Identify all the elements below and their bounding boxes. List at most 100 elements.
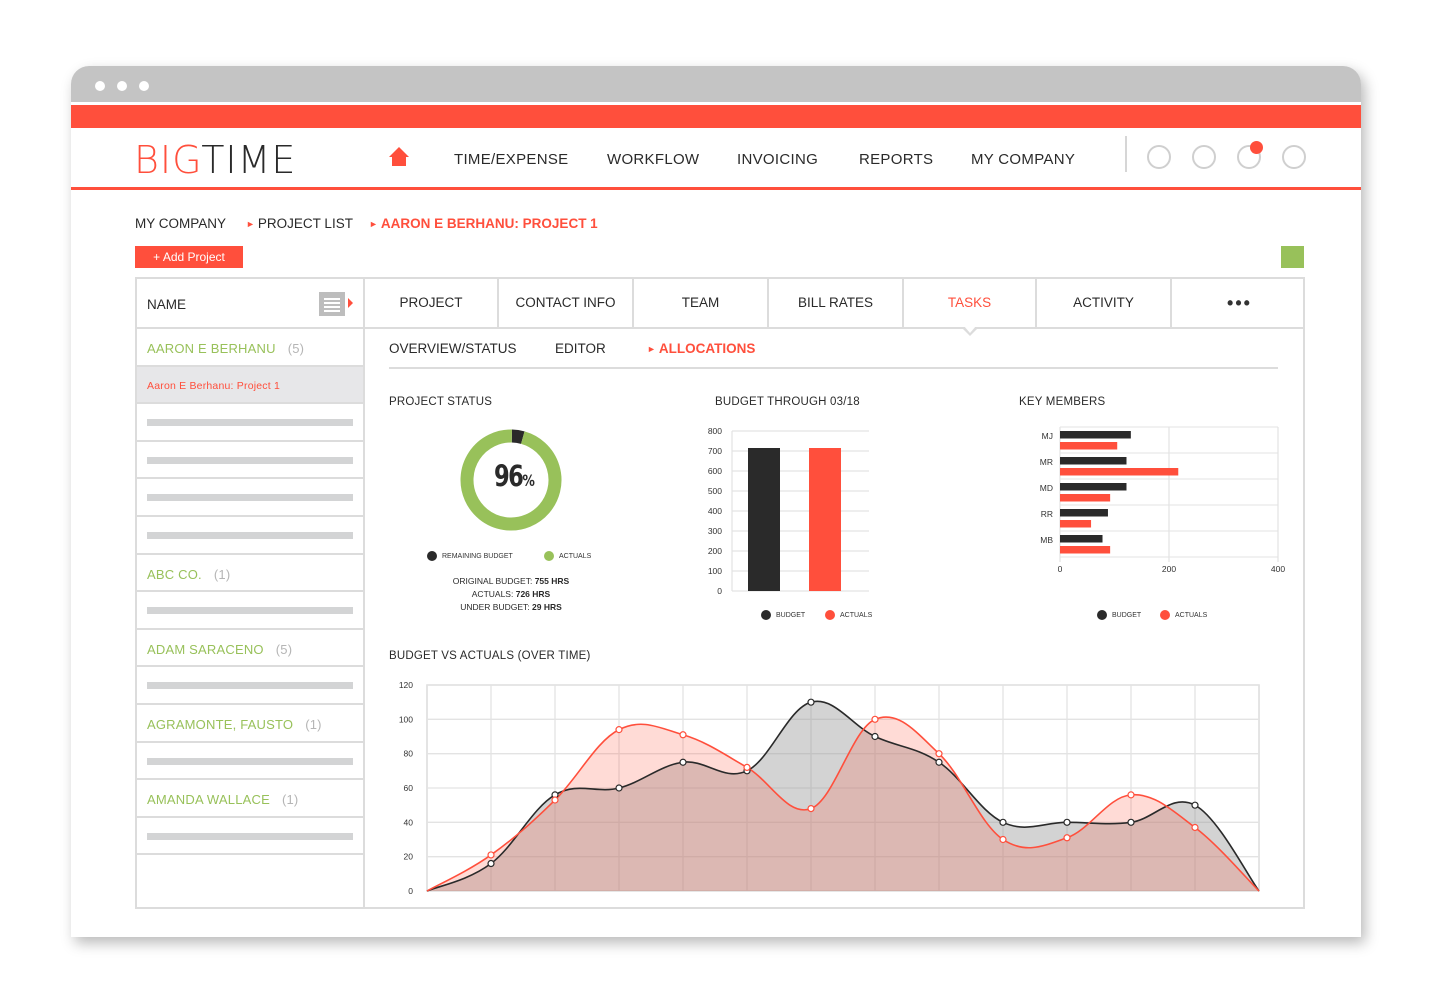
list-item-label: ADAM SARACENO (147, 641, 264, 657)
window-close-dot[interactable] (95, 81, 105, 91)
list-group-item[interactable]: ADAM SARACENO (5) (137, 630, 363, 668)
point-budget (935, 758, 943, 766)
stat-actuals: ACTUALS: 726 HRS (471, 589, 551, 599)
legend-swatch-green (544, 551, 554, 561)
list-item-label: AMANDA WALLACE (147, 792, 270, 808)
home-icon[interactable] (388, 146, 410, 168)
list-item-placeholder[interactable] (137, 442, 363, 480)
hbar-legend-actuals: ACTUALS (1160, 610, 1207, 620)
brand-bar (71, 105, 1361, 128)
placeholder-bar (147, 419, 353, 427)
breadcrumb-current-project: ► AARON E BERHANU: PROJECT 1 (369, 216, 598, 231)
breadcrumb-my-company[interactable]: MY COMPANY (135, 216, 226, 231)
status-indicator[interactable] (1281, 246, 1304, 268)
bigtime-logo[interactable]: BIGTIME (134, 138, 296, 182)
legend-swatch-red (1160, 610, 1170, 620)
subtab-editor[interactable]: EDITOR (555, 341, 606, 356)
nav-workflow[interactable]: WORKFLOW (607, 151, 699, 168)
y-tick-label: 700 (708, 446, 722, 456)
placeholder-bar (147, 494, 353, 502)
logo-time: TIME (201, 138, 297, 182)
active-tab-pointer (962, 326, 978, 336)
x-tick-label: 0 (1058, 564, 1063, 574)
action-icon-1[interactable] (1147, 145, 1171, 169)
list-item-placeholder[interactable] (137, 818, 363, 856)
list-item-placeholder[interactable] (137, 667, 363, 705)
legend-label: ACTUALS (559, 552, 592, 560)
list-item-label: Aaron E Berhanu: Project 1 (147, 379, 281, 392)
budget-through-title: BUDGET THROUGH 03/18 (715, 396, 860, 408)
y-tick-label: 0 (717, 586, 722, 596)
nav-time-expense[interactable]: TIME/EXPENSE (454, 151, 568, 168)
list-item-count: (5) (275, 641, 293, 657)
browser-window: BIGTIME TIME/EXPENSE WORKFLOW INVOICING … (71, 66, 1361, 937)
category-label: MJ (1042, 431, 1053, 441)
legend-label: BUDGET (1112, 611, 1142, 619)
list-item-count: (1) (305, 717, 322, 732)
list-group-item[interactable]: ABC CO. (1) (137, 555, 363, 593)
list-item-placeholder[interactable] (137, 592, 363, 630)
list-item-placeholder[interactable] (137, 743, 363, 781)
list-item-name: Aaron E Berhanu: Project 1 (147, 380, 280, 392)
donut-slice-remaining-budget (511, 429, 525, 444)
subtab-divider (389, 367, 1278, 369)
bar-actuals-mr (1060, 468, 1179, 476)
expand-caret-icon[interactable] (348, 298, 353, 308)
point-budget (807, 698, 815, 706)
list-item-placeholder[interactable] (137, 479, 363, 517)
action-icon-2[interactable] (1192, 145, 1216, 169)
list-header: NAME (137, 279, 363, 329)
point-actuals (1063, 834, 1071, 842)
budget-vs-actuals-chart: 0 20 40 60 80 100 120 (399, 680, 1260, 896)
list-item-name: ABC CO. (1) (147, 567, 230, 582)
name-column-header[interactable]: NAME (147, 297, 186, 312)
tab-contact-info[interactable]: CONTACT INFO (499, 279, 634, 327)
list-group-item[interactable]: AMANDA WALLACE (1) (137, 780, 363, 818)
tab-bill-rates[interactable]: BILL RATES (769, 279, 904, 327)
percent-sign: % (522, 471, 535, 490)
tab-team[interactable]: TEAM (634, 279, 769, 327)
legend-label: ACTUALS (840, 611, 873, 619)
list-item-name: ADAM SARACENO (5) (147, 642, 292, 657)
placeholder-bar (147, 532, 353, 539)
tab-tasks[interactable]: TASKS (904, 279, 1037, 327)
list-group-item[interactable]: AGRAMONTE, FAUSTO (1) (137, 705, 363, 743)
list-menu-icon[interactable] (319, 292, 345, 316)
subtab-overview-status[interactable]: OVERVIEW/STATUS (389, 341, 517, 356)
nav-my-company[interactable]: MY COMPANY (971, 151, 1075, 168)
action-icon-4[interactable] (1282, 145, 1306, 169)
point-actuals (871, 715, 879, 723)
tab-project[interactable]: PROJECT (365, 279, 499, 327)
header-divider (1125, 136, 1127, 172)
caret-icon: ► (647, 344, 656, 354)
list-item-placeholder[interactable] (137, 404, 363, 442)
nav-reports[interactable]: REPORTS (859, 151, 933, 168)
list-item-label: AARON E BERHANU (147, 341, 276, 356)
y-tick-label: 300 (708, 526, 722, 536)
tab-activity[interactable]: ACTIVITY (1037, 279, 1172, 327)
donut-legend-actuals: ACTUALS (544, 551, 591, 561)
point-budget (615, 784, 623, 792)
tab-more[interactable]: ••• (1172, 279, 1307, 327)
bar-actuals-rr (1060, 520, 1092, 528)
list-item-placeholder[interactable] (137, 517, 363, 555)
breadcrumb-project-list[interactable]: ► PROJECT LIST (246, 216, 353, 231)
list-group-item[interactable]: AARON E BERHANU (5) (137, 329, 363, 367)
legend-swatch-dark (761, 610, 771, 620)
y-tick-label: 20 (404, 852, 414, 862)
list-item-selected[interactable]: Aaron E Berhanu: Project 1 (137, 366, 363, 405)
bar-budget-rr (1060, 509, 1108, 517)
add-project-button[interactable]: + Add Project (135, 246, 243, 268)
point-actuals (615, 726, 623, 734)
window-minimize-dot[interactable] (117, 81, 127, 91)
y-tick-label: 120 (399, 680, 413, 690)
y-tick-label: 0 (408, 886, 413, 896)
legend-label: ACTUALS (1175, 611, 1208, 619)
bar-budget-mj (1060, 431, 1131, 439)
category-label: MD (1040, 483, 1053, 493)
bar-budget (748, 448, 780, 591)
subtab-allocations[interactable]: ► ALLOCATIONS (647, 341, 755, 356)
nav-invoicing[interactable]: INVOICING (737, 151, 818, 168)
category-label: MB (1040, 535, 1053, 545)
window-maximize-dot[interactable] (139, 81, 149, 91)
